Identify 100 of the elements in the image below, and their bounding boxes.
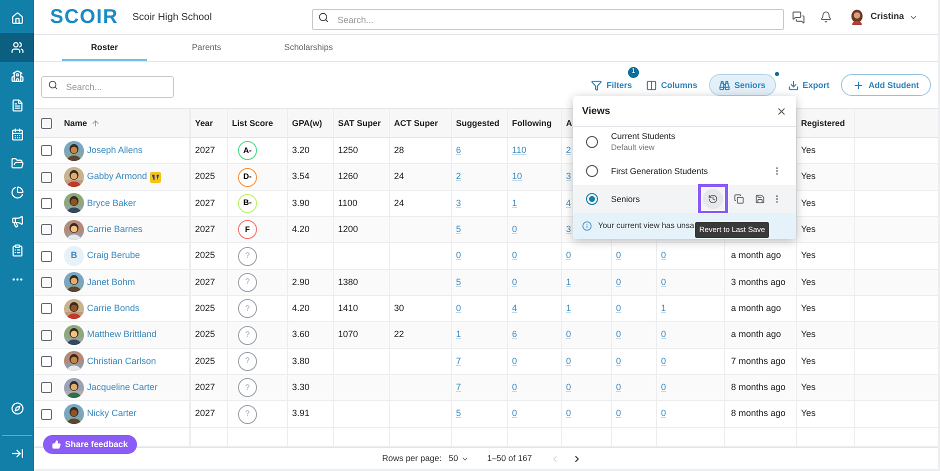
column-header[interactable]: SAT Super	[338, 116, 381, 130]
table-link[interactable]: 0	[661, 276, 666, 290]
view-item[interactable]: Seniors	[573, 185, 796, 213]
view-item[interactable]: First Generation Students	[573, 157, 796, 185]
tab[interactable]: Scholarships	[266, 35, 351, 61]
suggested-link[interactable]: 5	[456, 407, 462, 421]
table-link[interactable]: 0	[616, 354, 622, 368]
roster-search-field[interactable]: Search...	[41, 76, 174, 98]
radio-button[interactable]	[586, 165, 598, 177]
row-checkbox[interactable]	[41, 224, 52, 236]
following-link[interactable]: 0	[512, 249, 518, 263]
table-link[interactable]: 1	[566, 302, 572, 316]
student-name-link[interactable]: Carrie Bonds	[87, 302, 140, 316]
column-header[interactable]: A	[566, 116, 572, 130]
table-link[interactable]: 3	[566, 170, 572, 184]
suggested-link[interactable]: 5	[456, 276, 462, 290]
tab[interactable]: Parents	[164, 35, 249, 61]
row-checkbox[interactable]	[41, 276, 52, 288]
column-header[interactable]: Following	[512, 116, 552, 130]
table-link[interactable]: 0	[616, 302, 622, 316]
sidebar-item[interactable]	[0, 33, 34, 62]
student-name-link[interactable]: Matthew Brittland	[87, 328, 157, 342]
following-link[interactable]: 1	[512, 196, 518, 210]
suggested-link[interactable]: 1	[456, 328, 462, 342]
following-link[interactable]: 0	[512, 354, 518, 368]
following-link[interactable]: 0	[512, 381, 518, 395]
table-link[interactable]: 4	[566, 196, 572, 210]
table-link[interactable]: 1	[661, 302, 666, 316]
column-header[interactable]: ACT Super	[394, 116, 438, 130]
student-name-link[interactable]: Jacqueline Carter	[87, 381, 158, 395]
radio-button[interactable]	[586, 193, 598, 205]
table-link[interactable]: 0	[566, 354, 572, 368]
export-button[interactable]: Export	[786, 74, 832, 96]
rows-per-page-select[interactable]: 50	[448, 452, 470, 465]
row-checkbox[interactable]	[41, 250, 52, 262]
following-link[interactable]: 0	[512, 222, 518, 236]
view-item[interactable]: Current Students Default view	[573, 127, 796, 157]
row-checkbox[interactable]	[41, 330, 52, 341]
table-link[interactable]: 0	[616, 407, 622, 421]
bell-icon[interactable]	[820, 11, 832, 23]
table-link[interactable]: 0	[566, 328, 572, 342]
following-link[interactable]: 10	[512, 170, 522, 184]
table-link[interactable]: 0	[616, 328, 622, 342]
following-link[interactable]: 4	[512, 302, 518, 316]
student-name-link[interactable]: Gabby Armond	[87, 170, 148, 184]
global-search-field[interactable]: Search...	[312, 9, 784, 30]
table-link[interactable]: 0	[661, 381, 666, 395]
select-all-checkbox[interactable]	[41, 118, 52, 128]
suggested-link[interactable]: 0	[456, 249, 462, 263]
tab[interactable]: Roster	[62, 35, 147, 61]
table-link[interactable]: 0	[661, 407, 666, 421]
view-button[interactable]: Seniors	[709, 74, 776, 96]
table-link[interactable]: 0	[616, 381, 622, 395]
row-checkbox[interactable]	[41, 303, 52, 314]
suggested-link[interactable]: 5	[456, 222, 462, 236]
row-checkbox[interactable]	[41, 198, 52, 209]
suggested-link[interactable]: 2	[456, 170, 462, 184]
table-link[interactable]: 0	[616, 276, 622, 290]
add-button[interactable]: Add Student	[841, 74, 931, 96]
following-link[interactable]: 110	[512, 144, 526, 158]
row-checkbox[interactable]	[41, 356, 52, 367]
column-header[interactable]: Year	[195, 116, 213, 130]
student-name-link[interactable]: Bryce Baker	[87, 196, 136, 210]
logo[interactable]: SCOIR	[50, 2, 118, 32]
table-link[interactable]: 0	[566, 249, 572, 263]
table-link[interactable]: 0	[616, 249, 622, 263]
following-link[interactable]: 6	[512, 328, 518, 342]
suggested-link[interactable]: 7	[456, 381, 462, 395]
column-header[interactable]: GPA(w)	[292, 116, 322, 130]
column-header[interactable]: Registered	[801, 116, 845, 130]
row-checkbox[interactable]	[41, 145, 52, 156]
student-name-link[interactable]: Christian Carlson	[87, 354, 156, 368]
following-link[interactable]: 0	[512, 276, 518, 290]
table-link[interactable]: 0	[661, 354, 666, 368]
table-link[interactable]: 0	[566, 381, 572, 395]
table-link[interactable]: 0	[661, 249, 666, 263]
radio-button[interactable]	[586, 136, 598, 148]
share-feedback-button[interactable]: Share feedback	[43, 435, 137, 454]
table-link[interactable]: 2	[566, 144, 572, 158]
chat-icon[interactable]	[792, 10, 806, 24]
suggested-link[interactable]: 7	[456, 354, 462, 368]
column-header[interactable]: Suggested	[456, 116, 500, 130]
user-menu[interactable]: Cristina	[849, 9, 918, 25]
student-name-link[interactable]: Joseph Allens	[87, 144, 143, 158]
table-link[interactable]: 1	[566, 276, 572, 290]
student-name-link[interactable]: Craig Berube	[87, 249, 140, 263]
suggested-link[interactable]: 6	[456, 144, 462, 158]
table-link[interactable]: 0	[566, 407, 572, 421]
suggested-link[interactable]: 0	[456, 302, 462, 316]
row-checkbox[interactable]	[41, 172, 52, 183]
following-link[interactable]: 0	[512, 407, 518, 421]
column-header[interactable]: Name	[64, 116, 88, 130]
student-name-link[interactable]: Carrie Barnes	[87, 222, 143, 236]
columns-button[interactable]: Columns	[644, 74, 700, 96]
suggested-link[interactable]: 3	[456, 196, 462, 210]
row-checkbox[interactable]	[41, 408, 52, 420]
student-name-link[interactable]: Nicky Carter	[87, 407, 137, 421]
column-header[interactable]: List Score	[232, 116, 274, 130]
student-name-link[interactable]: Janet Bohm	[87, 276, 136, 290]
row-checkbox[interactable]	[41, 382, 52, 394]
